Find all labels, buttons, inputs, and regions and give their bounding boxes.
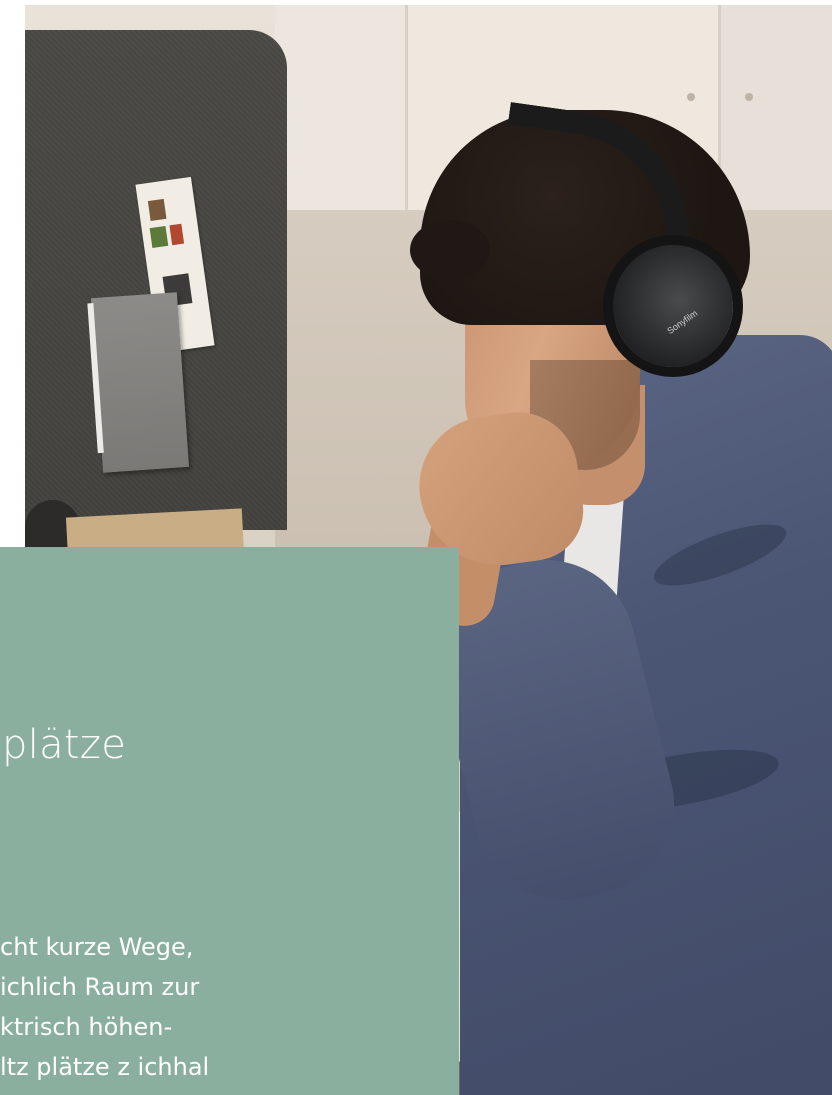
panel-body-line: ichlich Raum zur xyxy=(0,973,200,1001)
panel-title: plätze xyxy=(2,722,127,768)
wall-cabinet xyxy=(721,5,832,210)
headphone-earcup xyxy=(613,245,733,367)
panel-body-line: cht kurze Wege, xyxy=(0,933,194,961)
cabinet-knob xyxy=(745,93,753,101)
text-panel: plätze cht kurze Wege, ichlich Raum zur … xyxy=(0,547,459,1095)
cabinet-knob xyxy=(687,93,695,101)
pinned-card xyxy=(91,292,189,473)
wall-cabinet xyxy=(275,5,408,210)
panel-body-line: ltz plätze z ichhal xyxy=(0,1053,210,1081)
panel-body-line: ktrisch höhen- xyxy=(0,1013,173,1041)
panel-body: cht kurze Wege, ichlich Raum zur ktrisch… xyxy=(0,927,209,1087)
